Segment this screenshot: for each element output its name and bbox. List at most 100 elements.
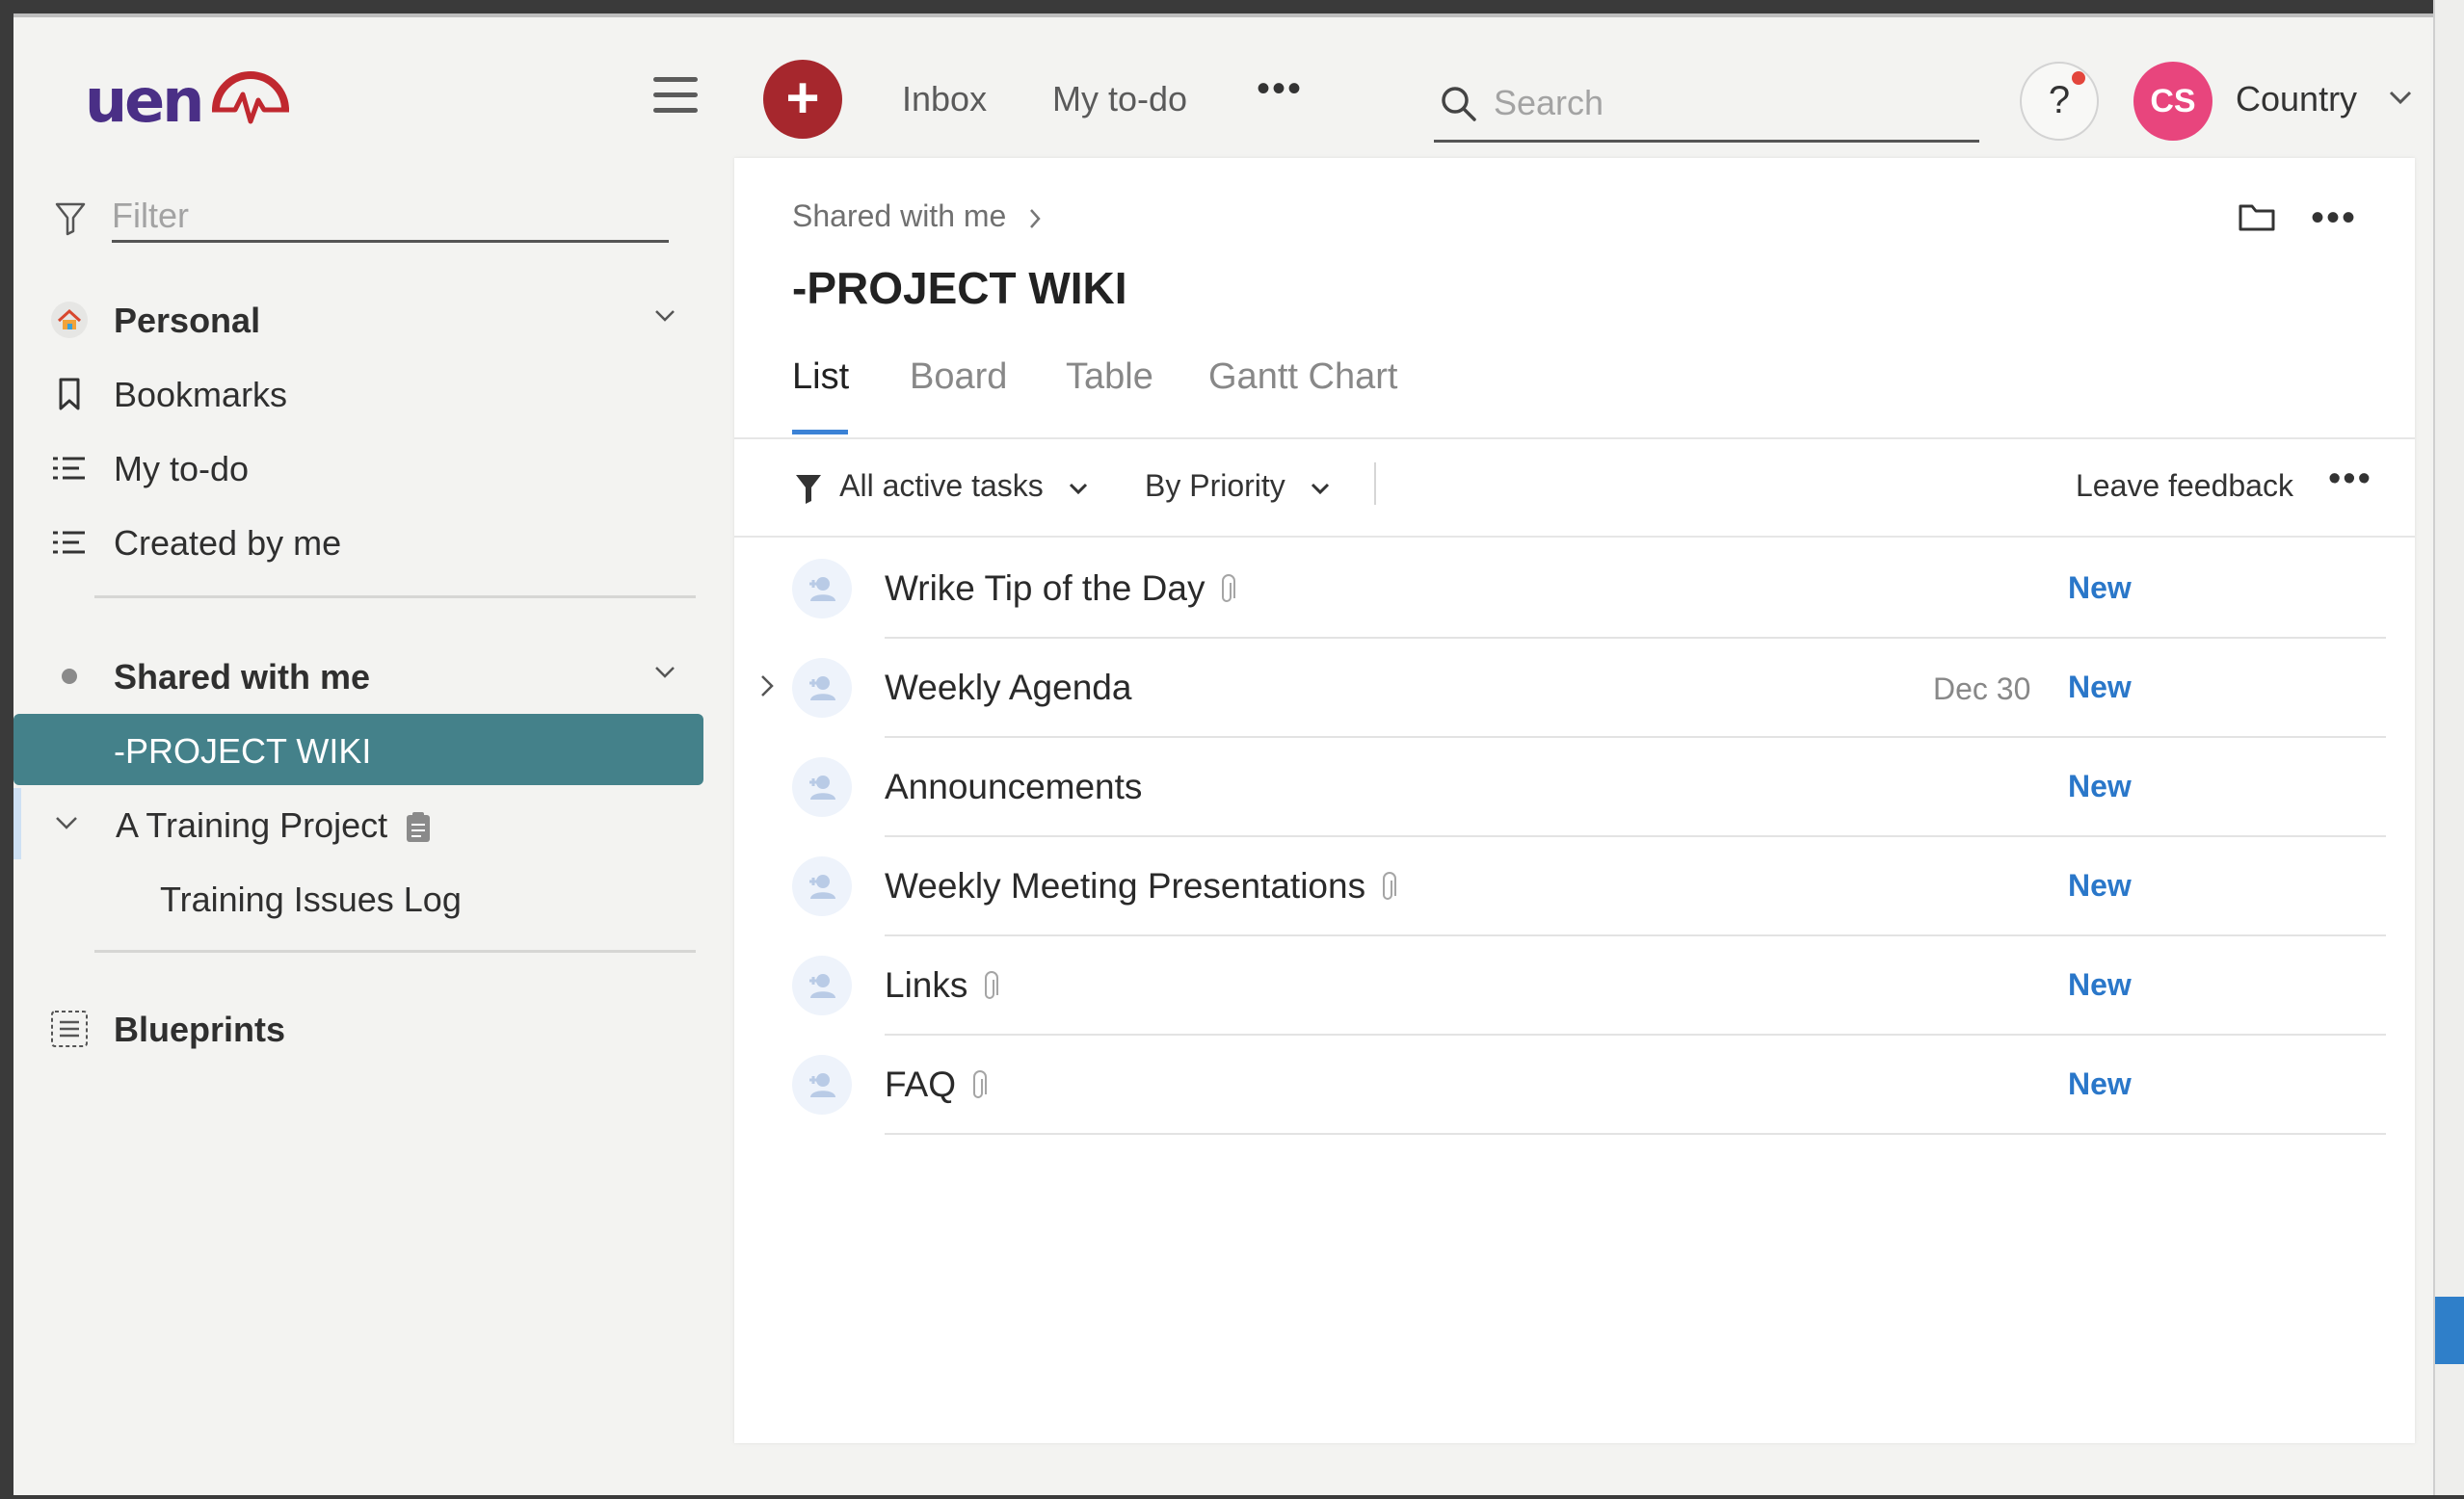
sidebar-item-created-by-me[interactable]: Created by me <box>13 506 717 577</box>
assignee-button[interactable] <box>792 1055 852 1115</box>
attachment-icon <box>1383 872 1397 901</box>
chevron-right-icon <box>1030 208 1041 228</box>
chevron-down-icon[interactable] <box>54 813 79 832</box>
heartbeat-icon <box>212 71 289 124</box>
sidebar-item-project-wiki[interactable]: -PROJECT WIKI <box>13 714 703 785</box>
task-status[interactable]: New <box>2068 769 2132 804</box>
sidebar-item-label-wrap: A Training Project <box>116 805 432 846</box>
task-name: Weekly Meeting Presentations <box>885 866 1366 906</box>
task-due-date[interactable]: Dec 30 <box>1933 671 2030 707</box>
sidebar-item-label: Bookmarks <box>114 375 288 414</box>
filter-box[interactable] <box>54 183 698 250</box>
task-status[interactable]: New <box>2068 570 2132 606</box>
attachment-icon <box>973 1070 988 1099</box>
assignee-button[interactable] <box>792 757 852 817</box>
attachment-icon <box>985 971 999 1000</box>
assignee-button[interactable] <box>792 956 852 1015</box>
sidebar-item-bookmarks[interactable]: Bookmarks <box>13 357 717 429</box>
chevron-down-icon <box>1311 483 1329 494</box>
sidebar-item-blueprints[interactable]: Blueprints <box>13 992 717 1064</box>
task-name-wrap[interactable]: Announcements <box>885 767 1142 807</box>
task-status[interactable]: New <box>2068 1066 2132 1102</box>
uen-logo[interactable]: uen <box>85 62 316 139</box>
assignee-button[interactable] <box>792 658 852 718</box>
chevron-down-icon[interactable] <box>653 665 676 680</box>
tab-table[interactable]: Table <box>1066 356 1153 398</box>
filter-input[interactable] <box>112 191 669 243</box>
task-status[interactable]: New <box>2068 868 2132 904</box>
adjacent-window-accent <box>2435 1297 2464 1364</box>
search-input[interactable] <box>1494 79 1956 127</box>
chevron-down-icon[interactable] <box>653 308 676 324</box>
sidebar-item-shared-with-me[interactable]: Shared with me <box>13 640 717 711</box>
sidebar-item-personal[interactable]: Personal <box>13 283 717 355</box>
task-name-wrap[interactable]: Links <box>885 965 999 1006</box>
more-options-icon[interactable]: ••• <box>2311 197 2357 240</box>
home-icon <box>51 302 88 338</box>
nav-more-icon[interactable]: ••• <box>1257 67 1303 111</box>
task-status[interactable]: New <box>2068 670 2132 705</box>
task-name: Links <box>885 965 968 1005</box>
sidebar-item-label: Shared with me <box>114 657 371 697</box>
toolbar-separator <box>1374 462 1376 505</box>
avatar[interactable]: CS <box>2133 62 2212 141</box>
sidebar: Personal Bookmarks My to-do <box>13 162 717 1499</box>
list-icon <box>53 457 85 480</box>
folder-icon[interactable] <box>2238 200 2276 233</box>
breadcrumb[interactable]: Shared with me <box>792 198 1042 234</box>
list-toolbar: All active tasks By Priority Leave feedb… <box>734 439 2415 538</box>
filter-icon <box>796 474 821 504</box>
sidebar-item-training-project[interactable]: A Training Project <box>13 788 717 859</box>
chevron-right-icon[interactable] <box>759 673 775 698</box>
add-assignee-icon <box>809 974 835 998</box>
menu-icon[interactable] <box>653 77 698 116</box>
nav-inbox[interactable]: Inbox <box>902 79 987 119</box>
tab-board[interactable]: Board <box>910 356 1007 398</box>
add-button[interactable]: + <box>763 60 842 139</box>
leave-feedback-link[interactable]: Leave feedback <box>2076 468 2293 504</box>
task-name-wrap[interactable]: Weekly Agenda <box>885 668 1131 708</box>
search-box[interactable] <box>1434 66 1979 143</box>
group-by-dropdown[interactable]: By Priority <box>1145 468 1331 504</box>
help-label: ? <box>2048 79 2071 121</box>
add-assignee-icon <box>809 776 835 800</box>
filter-label: All active tasks <box>839 468 1044 503</box>
page-title: -PROJECT WIKI <box>792 263 1127 313</box>
task-name: Announcements <box>885 767 1143 806</box>
filter-dropdown[interactable]: All active tasks <box>794 468 1089 505</box>
task-row[interactable]: Weekly Meeting Presentations New <box>734 837 2415 936</box>
task-row[interactable]: Links New <box>734 936 2415 1036</box>
chevron-down-icon[interactable] <box>2388 89 2413 106</box>
main-panel: Shared with me ••• -PROJECT WIKI List Bo… <box>734 158 2415 1443</box>
task-row[interactable]: Wrike Tip of the Day New <box>734 539 2415 639</box>
add-assignee-icon <box>809 676 835 700</box>
task-name: FAQ <box>885 1065 957 1104</box>
sidebar-item-my-todo[interactable]: My to-do <box>13 432 717 503</box>
toolbar-more-icon[interactable]: ••• <box>2328 459 2372 500</box>
account-name[interactable]: Country <box>2236 79 2357 119</box>
task-status[interactable]: New <box>2068 967 2132 1003</box>
breadcrumb-label: Shared with me <box>792 198 1007 233</box>
tab-gantt-chart[interactable]: Gantt Chart <box>1208 356 1397 398</box>
assignee-button[interactable] <box>792 856 852 916</box>
task-name-wrap[interactable]: Wrike Tip of the Day <box>885 568 1236 609</box>
help-button[interactable]: ? <box>2020 62 2099 141</box>
task-row[interactable]: Weekly Agenda Dec 30 New <box>734 639 2415 738</box>
task-row[interactable]: FAQ New <box>734 1036 2415 1135</box>
task-name-wrap[interactable]: Weekly Meeting Presentations <box>885 866 1397 907</box>
attachment-icon <box>1222 574 1236 603</box>
search-icon <box>1442 87 1476 121</box>
task-row[interactable]: Announcements New <box>734 738 2415 837</box>
tab-list[interactable]: List <box>792 356 849 398</box>
assignee-button[interactable] <box>792 559 852 618</box>
task-name-wrap[interactable]: FAQ <box>885 1065 988 1105</box>
logo-text: uen <box>85 66 204 136</box>
sidebar-item-label: Training Issues Log <box>160 880 462 919</box>
task-name: Wrike Tip of the Day <box>885 568 1206 608</box>
sidebar-item-label: My to-do <box>114 449 250 488</box>
sidebar-item-training-issues-log[interactable]: Training Issues Log <box>13 862 717 934</box>
sidebar-item-label: Blueprints <box>114 1010 286 1049</box>
add-assignee-icon <box>809 577 835 601</box>
nav-my-todo[interactable]: My to-do <box>1052 79 1187 119</box>
group-by-label: By Priority <box>1145 468 1285 503</box>
